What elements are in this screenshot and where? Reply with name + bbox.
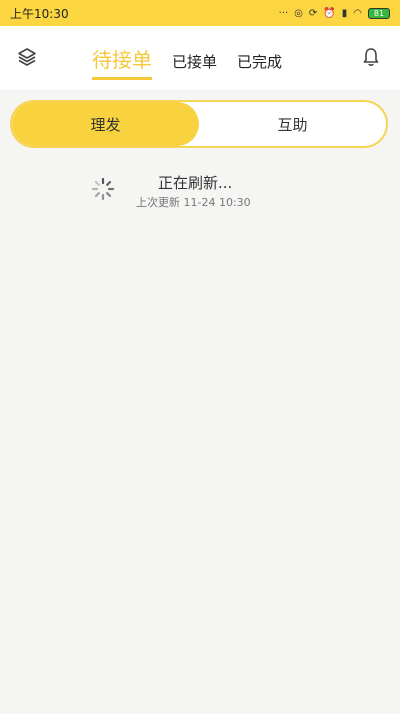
refresh-title: 正在刷新... <box>158 174 233 192</box>
refresh-indicator: 正在刷新... 上次更新 11-24 10:30 <box>90 170 310 214</box>
alarm-icon: ⏰ <box>323 7 336 19</box>
dots-icon: ··· <box>278 7 289 19</box>
segment-mutual-help[interactable]: 互助 <box>199 102 386 146</box>
location-icon: ◎ <box>294 7 303 19</box>
tab-accepted[interactable]: 已接单 <box>172 51 217 80</box>
battery-icon: 81 <box>368 7 390 19</box>
layers-icon[interactable] <box>16 46 38 68</box>
tab-completed[interactable]: 已完成 <box>237 51 282 80</box>
service-segment: 理发 互助 <box>10 100 388 148</box>
wifi-icon: ◠ <box>353 7 362 19</box>
signal-icon: ▮ <box>341 7 348 19</box>
tab-pending[interactable]: 待接单 <box>92 44 152 80</box>
bell-icon[interactable] <box>360 46 382 68</box>
status-bar: 上午10:30 ··· ◎ ⟳ ⏰ ▮ ◠ 81 <box>0 0 400 26</box>
order-tabs: 待接单 已接单 已完成 <box>92 44 282 80</box>
status-time: 上午10:30 <box>10 6 69 21</box>
segment-haircut[interactable]: 理发 <box>12 102 199 146</box>
spinner-icon <box>91 177 115 201</box>
status-icons: ··· ◎ ⟳ ⏰ ▮ ◠ 81 <box>278 7 390 19</box>
sync-icon: ⟳ <box>308 7 318 19</box>
header: 待接单 已接单 已完成 <box>0 26 400 90</box>
refresh-last-update: 上次更新 11-24 10:30 <box>136 196 251 209</box>
